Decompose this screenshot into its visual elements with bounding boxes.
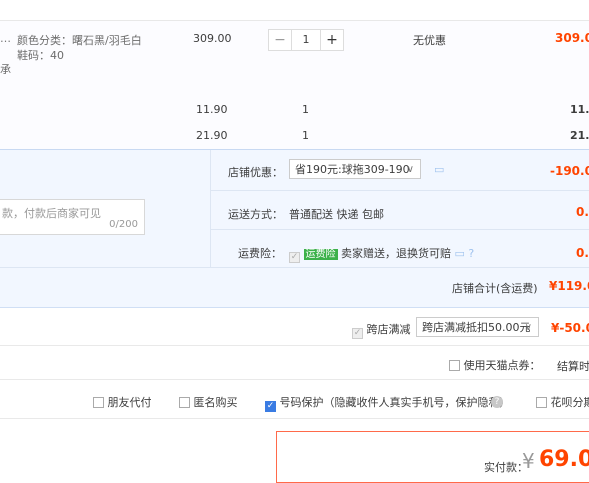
tmall-points-checkbox[interactable] [449,360,460,371]
item-title-fragment: 承 [0,61,11,77]
anonymous-checkbox[interactable] [179,397,190,408]
huabei-checkbox[interactable] [536,397,547,408]
friend-pay-label: 朋友代付 [108,396,152,409]
decrease-button[interactable]: − [268,29,292,51]
insurance-tag: 运费险 [304,249,338,260]
coupon-select[interactable]: 省190元:球拖309-190 ∨ [289,159,421,179]
subitem-qty: 1 [302,129,309,142]
cross-store-value: 跨店满减抵扣50.00元 [422,321,531,334]
increase-button[interactable]: + [320,29,344,51]
cross-store-label: 跨店满减 [367,323,411,336]
friend-pay-option[interactable]: 朋友代付 [93,394,152,410]
quantity-stepper: − 1 + [268,29,344,51]
payment-amount: 69.00 [539,447,589,472]
chevron-down-icon: ∨ [407,160,414,180]
item-discount: 无优惠 [413,32,446,48]
help-icon-wrap: ? [491,394,503,408]
coupon-value: 省190元:球拖309-190 [295,163,410,176]
payment-currency: ¥ [522,449,535,473]
item-size: 鞋码：40 [17,47,64,63]
anonymous-label: 匿名购买 [194,396,238,409]
privacy-option[interactable]: ✓ 号码保护（隐藏收件人真实手机号，保护隐私） [265,394,511,412]
shipping-amount: 0.0 [576,205,589,219]
divider [0,418,589,419]
cross-store-select[interactable]: 跨店满减抵扣50.00元 ∨ [416,317,539,337]
message-count: 0/200 [109,219,138,230]
row-divider [211,229,589,230]
coupon-amount: -190.0 [550,164,589,178]
subitem-price: 21.90 [196,129,228,142]
subitem-price: 11.90 [196,103,228,116]
item-color: 颜色分类：曙石黑/羽毛白 [17,32,142,48]
help-icon[interactable]: ? [468,247,474,260]
insurance-text: 卖家赠送，退换货可赔 [341,247,451,260]
quantity-input[interactable]: 1 [292,29,320,51]
chevron-down-icon: ∨ [525,318,532,338]
cross-store-amount: ¥-50.0 [551,321,589,335]
insurance-row: ✓ 运费险 卖家赠送，退换货可赔 ▭ ? [289,245,474,263]
friend-pay-checkbox[interactable] [93,397,104,408]
insurance-label: 运费险： [238,245,282,261]
chat-bubble-icon[interactable]: ▭ [434,163,444,176]
subitem-subtotal: 21.9 [570,129,589,142]
subitem-subtotal: 11.9 [570,103,589,116]
panel-divider [210,150,211,267]
cross-store-row: ✓ 跨店满减 [352,321,411,339]
insurance-checkbox[interactable]: ✓ [289,252,300,263]
row-divider [0,267,589,268]
row-divider [211,190,589,191]
coupon-label: 店铺优惠： [228,164,283,180]
help-icon[interactable]: ? [491,396,503,408]
cross-store-checkbox[interactable]: ✓ [352,328,363,339]
insurance-amount: 0.0 [576,246,589,260]
shipping-label: 运送方式： [228,206,283,222]
privacy-checkbox[interactable]: ✓ [265,401,276,412]
huabei-label: 花呗分期 [551,396,589,409]
shipping-value: 普通配送 快递 包邮 [289,206,384,222]
privacy-label: 号码保护（隐藏收件人真实手机号，保护隐私） [280,396,511,409]
subitem-qty: 1 [302,103,309,116]
buyer-message-field[interactable]: 款，付款后商家可见 0/200 [0,199,145,235]
item-price: 309.00 [193,32,232,45]
shop-total-label: 店铺合计(含运费) [452,280,538,296]
chat-bubble-icon[interactable]: ▭ [455,247,465,260]
divider [0,345,589,346]
tmall-points-row: 使用天猫点券： [449,357,541,373]
message-placeholder: 款，付款后商家可见 [2,205,101,221]
settle-note: 结算时扣 [557,358,589,374]
huabei-option[interactable]: 花呗分期 [536,394,589,410]
tmall-points-label: 使用天猫点券： [464,359,541,372]
item-subtotal: 309.0 [555,31,589,45]
anonymous-option[interactable]: 匿名购买 [179,394,238,410]
divider [0,379,589,380]
payment-box: 实付款： ¥ 69.00 [276,431,589,483]
shop-total-value: ¥119.0 [549,279,589,293]
ellipsis: … [0,32,11,45]
